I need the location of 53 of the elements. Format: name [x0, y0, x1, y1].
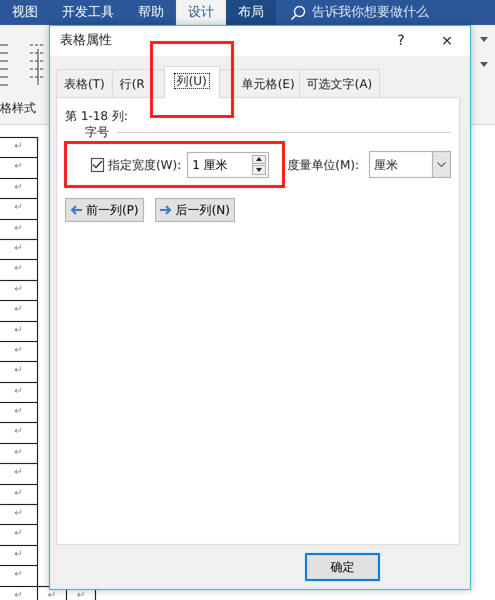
spin-down-icon[interactable] — [252, 165, 266, 174]
paragraph-mark: ↵ — [0, 504, 38, 525]
caret-icon — [437, 162, 446, 167]
paragraph-mark: ↵ — [0, 464, 38, 484]
paragraph-mark: ↵ — [0, 138, 38, 158]
dialog-tab[interactable]: 可选文字(A) — [298, 69, 380, 98]
group-label: 字号 — [85, 125, 109, 139]
paragraph-mark: ↵ — [0, 341, 38, 362]
paragraph-mark: ↵ — [0, 239, 38, 260]
checkbox[interactable] — [91, 158, 104, 172]
spin-up-icon[interactable] — [252, 154, 266, 164]
search-field[interactable]: 告诉我你想要做什么 — [312, 2, 429, 22]
ribbon-tab[interactable]: 布局 — [226, 0, 276, 25]
dropdown-caret-icon[interactable] — [480, 37, 488, 42]
width-spinner[interactable]: 1 厘米 — [187, 152, 270, 178]
ribbon-tab[interactable]: 帮助 — [126, 0, 176, 25]
left-arrow-icon — [70, 205, 82, 215]
width-label[interactable]: 指定宽度(W): — [108, 156, 182, 174]
search-icon[interactable] — [290, 4, 306, 20]
paragraph-mark: ↵ — [0, 524, 38, 546]
paragraph-mark: ↵ — [0, 443, 38, 464]
nav-button[interactable]: 后一列(N) — [154, 198, 235, 222]
paragraph-mark: ↵ — [0, 362, 38, 382]
paragraph-mark: ↵ — [0, 198, 38, 220]
paragraph-mark: ↵ — [0, 402, 38, 423]
paragraph-mark: ↵ — [0, 422, 38, 444]
paragraph-mark: ↵ — [0, 321, 38, 342]
unit-label: 度量单位(M): — [287, 156, 360, 174]
ribbon-tab[interactable]: 视图 — [0, 0, 50, 25]
right-arrow-icon — [160, 205, 172, 215]
group-label: 格样式 — [0, 100, 36, 117]
paragraph-mark: ↵ — [0, 566, 38, 586]
dialog-tab[interactable]: 表格(T) — [56, 69, 113, 98]
paragraph-mark: ↵ — [0, 280, 38, 301]
paragraph-mark: ↵ — [0, 484, 38, 505]
ok-button[interactable]: 确定 — [305, 553, 380, 581]
close-button[interactable]: × — [424, 30, 470, 52]
ribbon-tab[interactable]: 开发工具 — [50, 0, 126, 25]
unit-dropdown[interactable]: 厘米 — [369, 151, 451, 178]
paragraph-mark: ↵ — [0, 260, 38, 280]
paragraph-mark: ↵ — [0, 545, 38, 566]
dropdown-caret-icon[interactable] — [480, 62, 488, 67]
help-button[interactable]: ? — [378, 30, 424, 52]
nav-button[interactable]: 前一列(P) — [65, 198, 144, 222]
paragraph-mark: ↵ — [0, 178, 38, 199]
paragraph-mark: ↵ — [0, 382, 38, 403]
paragraph-mark: ↵ — [0, 300, 38, 322]
dialog-title: 表格属性 — [60, 32, 113, 50]
paragraph-mark: ↵ — [0, 158, 38, 178]
dialog-tab[interactable]: 列(U) — [164, 66, 220, 98]
ribbon-tab[interactable]: 设计 — [176, 0, 226, 25]
range-label: 第 1-18 列: — [65, 108, 129, 125]
paragraph-mark: ↵ — [0, 219, 38, 240]
